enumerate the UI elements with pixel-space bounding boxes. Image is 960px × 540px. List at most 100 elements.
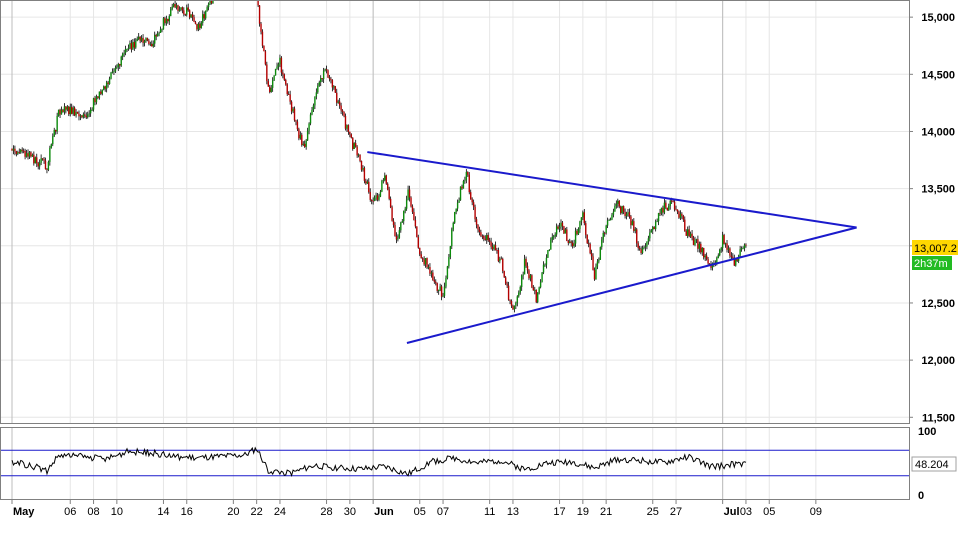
candle-body — [468, 174, 470, 193]
candle-body — [283, 74, 286, 80]
candle-body — [295, 120, 297, 122]
candle-body — [325, 69, 328, 71]
candle-body — [312, 105, 315, 110]
candle-body — [649, 232, 651, 239]
candle-body — [365, 180, 367, 184]
candle-body — [389, 198, 392, 208]
candle-body — [602, 232, 604, 240]
candle-body — [518, 292, 520, 297]
candle-body — [631, 221, 634, 226]
candle-body — [474, 206, 476, 220]
candle-body — [471, 199, 473, 203]
candle-body — [88, 113, 90, 115]
candle-body — [456, 202, 459, 209]
candle-body — [151, 43, 153, 47]
candle-body — [286, 84, 288, 95]
candle-body — [587, 243, 590, 245]
time-axis-label: 28 — [320, 506, 332, 518]
candle-body — [49, 147, 51, 162]
candle-body — [392, 220, 395, 226]
candle-body — [293, 108, 296, 121]
indicator-axis-label: 100 — [918, 426, 936, 438]
candle-body — [301, 134, 303, 145]
candle-body — [165, 18, 168, 24]
candle-body — [95, 96, 98, 103]
candle-body — [178, 9, 181, 11]
candle-body — [571, 242, 574, 247]
candle-body — [116, 66, 118, 68]
candle-body — [491, 246, 494, 250]
candle-body — [598, 259, 600, 262]
candle-body — [378, 196, 380, 200]
time-axis-label: 09 — [810, 506, 822, 518]
candle-body — [352, 137, 354, 150]
candle-body — [357, 154, 360, 156]
candle-body — [430, 272, 433, 274]
candle-body — [478, 229, 481, 233]
candle-body — [287, 94, 290, 95]
candle-body — [132, 42, 134, 50]
candle-body — [391, 207, 393, 221]
time-axis-label: 10 — [111, 506, 123, 518]
candle-body — [277, 64, 280, 67]
candle-body — [271, 80, 274, 88]
candle-body — [742, 248, 744, 250]
candle-body — [470, 192, 472, 200]
candle-body — [270, 87, 272, 93]
time-axis-label: Jul — [724, 506, 740, 518]
candle-body — [78, 113, 80, 117]
candle-body — [723, 235, 725, 244]
candle-body — [500, 258, 502, 260]
candle-body — [522, 274, 524, 276]
candle-body — [91, 109, 93, 111]
candle-body — [732, 256, 734, 259]
candle-body — [65, 106, 67, 110]
candle-body — [719, 249, 721, 256]
candle-body — [382, 180, 385, 182]
candle-body — [353, 143, 355, 150]
candle-body — [33, 154, 35, 164]
candle-body — [31, 154, 34, 157]
candle-body — [493, 244, 495, 250]
candle-body — [605, 225, 607, 234]
candle-body — [92, 98, 95, 110]
candle-body — [621, 206, 623, 214]
chart: 15,00014,50014,00013,50013,00012,50012,0… — [0, 0, 960, 540]
price-axis-label: 14,500 — [921, 69, 955, 81]
candle-body — [573, 243, 575, 247]
candle-body — [274, 68, 277, 76]
candle-body — [379, 191, 382, 197]
candle-body — [644, 246, 647, 248]
candle-body — [497, 250, 500, 262]
candle-body — [187, 7, 189, 11]
candle-body — [273, 75, 275, 81]
candle-body — [583, 212, 586, 224]
time-axis-label: 16 — [181, 506, 193, 518]
candle-body — [700, 243, 702, 253]
candle-body — [184, 14, 186, 16]
candle-body — [440, 286, 443, 297]
candle-body — [586, 234, 588, 244]
candle-body — [311, 109, 313, 115]
candle-body — [611, 214, 613, 220]
candle-body — [620, 206, 622, 214]
candle-body — [730, 255, 733, 257]
candle-body — [260, 23, 262, 32]
candle-body — [532, 287, 535, 291]
candle-body — [481, 235, 484, 237]
candle-body — [381, 180, 383, 192]
candle-body — [66, 106, 69, 110]
candle-body — [454, 211, 456, 223]
candle-body — [561, 222, 564, 227]
candle-body — [554, 234, 556, 237]
candle-body — [545, 257, 548, 265]
candle-body — [697, 239, 699, 249]
candle-body — [433, 280, 436, 282]
candle-body — [17, 152, 19, 154]
candle-body — [437, 289, 440, 291]
candle-body — [263, 45, 265, 52]
candle-body — [490, 241, 492, 247]
candle-body — [336, 92, 338, 103]
candle-body — [679, 213, 682, 218]
candle-body — [526, 265, 529, 271]
